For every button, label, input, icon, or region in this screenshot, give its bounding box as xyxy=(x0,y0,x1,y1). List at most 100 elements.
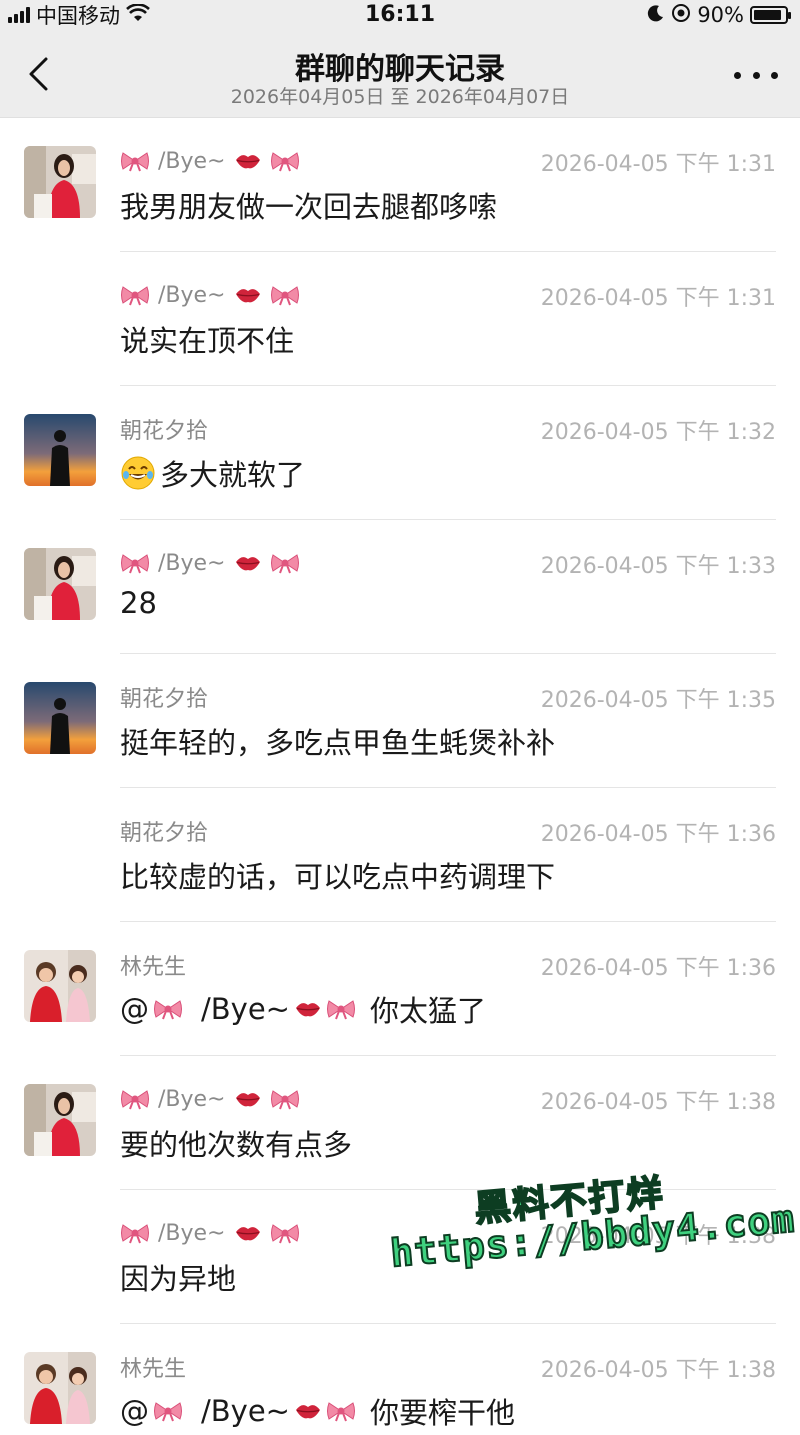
message-text: 因为异地 xyxy=(120,1256,776,1298)
message-text: 比较虚的话，可以吃点中药调理下 xyxy=(120,854,776,896)
message-time: 2026-04-05 下午 1:36 xyxy=(540,822,776,847)
navigation-bar: 群聊的聊天记录 2026年04月05日 至 2026年04月07日 xyxy=(0,30,800,118)
avatar[interactable] xyxy=(24,1084,96,1156)
sender-label: /Bye~ xyxy=(158,1220,226,1246)
message-time: 2026-04-05 下午 1:36 xyxy=(540,956,776,981)
wifi-icon xyxy=(126,3,150,27)
lips-icon xyxy=(234,151,262,171)
sender-name: 朝花夕拾 xyxy=(120,414,208,444)
bow-icon xyxy=(120,552,150,574)
message-time: 2026-04-05 下午 1:31 xyxy=(540,286,776,311)
bow-icon xyxy=(153,1400,183,1422)
bow-icon xyxy=(270,1088,300,1110)
message-item[interactable]: /Bye~ 2026-04-05 下午 1:31 我男朋友做一次回去腿都哆嗦 xyxy=(0,118,800,252)
moon-icon xyxy=(647,3,665,27)
avatar[interactable] xyxy=(24,548,96,620)
message-list: /Bye~ 2026-04-05 下午 1:31 我男朋友做一次回去腿都哆嗦/Bye… xyxy=(0,118,800,1435)
message-item[interactable]: /Bye~ 2026-04-05 下午 1:33 28 xyxy=(0,520,800,654)
avatar[interactable] xyxy=(24,1352,96,1424)
message-body: 28 xyxy=(120,586,157,620)
bow-icon xyxy=(270,1222,300,1244)
sender-name: 林先生 xyxy=(120,1352,186,1382)
bow-icon xyxy=(120,150,150,172)
sender-name: 林先生 xyxy=(120,950,186,980)
message-body: 你太猛了 xyxy=(369,994,486,1028)
bow-icon xyxy=(326,998,356,1020)
bow-icon xyxy=(270,150,300,172)
message-item[interactable]: /Bye~ 2026-04-05 下午 1:38 要的他次数有点多 xyxy=(0,1056,800,1190)
message-text: @ /Bye~ 你太猛了 xyxy=(120,988,776,1030)
bow-icon xyxy=(120,1222,150,1244)
lips-icon xyxy=(234,285,262,305)
bow-icon xyxy=(120,1088,150,1110)
message-text: 我男朋友做一次回去腿都哆嗦 xyxy=(120,184,776,226)
more-button[interactable] xyxy=(734,60,778,90)
bow-icon xyxy=(326,1400,356,1422)
battery-percent: 90% xyxy=(697,3,744,27)
mention-name: /Bye~ xyxy=(201,1394,290,1428)
avatar[interactable] xyxy=(24,682,96,754)
sender-label: 朝花夕拾 xyxy=(120,687,209,712)
message-item[interactable]: 朝花夕拾 2026-04-05 下午 1:36 比较虚的话，可以吃点中药调理下 xyxy=(0,788,800,922)
message-body: 因为异地 xyxy=(120,1262,237,1296)
message-time: 2026-04-05 下午 1:31 xyxy=(540,152,776,177)
message-time: 2026-04-05 下午 1:33 xyxy=(540,554,776,579)
sender-label: 林先生 xyxy=(120,1357,187,1382)
battery-icon xyxy=(750,6,791,24)
lips-icon xyxy=(234,1223,262,1243)
mention-name: /Bye~ xyxy=(201,992,290,1026)
sender-label: 朝花夕拾 xyxy=(120,419,209,444)
carrier-label: 中国移动 xyxy=(36,4,120,28)
lips-icon xyxy=(294,999,322,1019)
message-text: 要的他次数有点多 xyxy=(120,1122,776,1164)
message-text: 多大就软了 xyxy=(120,452,776,494)
sender-name: /Bye~ xyxy=(120,1218,300,1248)
message-time: 2026-04-05 下午 1:38 xyxy=(540,1090,776,1115)
sender-name: /Bye~ xyxy=(120,548,300,578)
avatar[interactable] xyxy=(24,950,96,1022)
message-text: @ /Bye~ 你要榨干他 xyxy=(120,1390,776,1432)
sender-name: 朝花夕拾 xyxy=(120,682,208,712)
date-range: 2026年04月05日 至 2026年04月07日 xyxy=(230,86,570,108)
sender-label: 林先生 xyxy=(120,955,187,980)
sender-name: 朝花夕拾 xyxy=(120,816,208,846)
message-time: 2026-04-05 下午 1:35 xyxy=(540,688,776,713)
location-lock-icon xyxy=(671,3,691,28)
message-text: 挺年轻的，多吃点甲鱼生蚝煲补补 xyxy=(120,720,776,762)
lips-icon xyxy=(234,1089,262,1109)
sender-label: /Bye~ xyxy=(158,1086,226,1112)
message-text: 说实在顶不住 xyxy=(120,318,776,360)
status-bar: 中国移动 16:11 90% xyxy=(0,0,800,30)
message-item[interactable]: 朝花夕拾 2026-04-05 下午 1:35 挺年轻的，多吃点甲鱼生蚝煲补补 xyxy=(0,654,800,788)
lips-icon xyxy=(234,553,262,573)
message-time: 2026-04-05 下午 1:32 xyxy=(540,420,776,445)
sender-label: 朝花夕拾 xyxy=(120,821,209,846)
message-item[interactable]: 朝花夕拾 2026-04-05 下午 1:32 多大就软了 xyxy=(0,386,800,520)
message-body: 要的他次数有点多 xyxy=(120,1128,353,1162)
more-dots-icon xyxy=(734,71,741,79)
message-item[interactable]: /Bye~ 2026-04-05 下午 1:31 说实在顶不住 xyxy=(0,252,800,386)
message-item[interactable]: 林先生 2026-04-05 下午 1:36 @ /Bye~ 你太猛了 xyxy=(0,922,800,1056)
laugh-tears-icon xyxy=(120,455,156,491)
message-body: 挺年轻的，多吃点甲鱼生蚝煲补补 xyxy=(120,726,556,760)
message-text: 28 xyxy=(120,586,776,620)
mention-at: @ xyxy=(120,992,149,1026)
avatar[interactable] xyxy=(24,414,96,486)
sender-label: /Bye~ xyxy=(158,148,226,174)
message-body: 你要榨干他 xyxy=(369,1396,515,1430)
sender-label: /Bye~ xyxy=(158,550,226,576)
message-body: 多大就软了 xyxy=(160,458,306,492)
message-item[interactable]: /Bye~ 2026-04-05 下午 1:38 因为异地 xyxy=(0,1190,800,1324)
sender-name: /Bye~ xyxy=(120,280,300,310)
avatar[interactable] xyxy=(24,146,96,218)
sender-name: /Bye~ xyxy=(120,146,300,176)
bow-icon xyxy=(120,284,150,306)
bow-icon xyxy=(270,284,300,306)
sender-label: /Bye~ xyxy=(158,282,226,308)
message-body: 说实在顶不住 xyxy=(120,324,295,358)
signal-icon xyxy=(8,7,30,23)
bow-icon xyxy=(153,998,183,1020)
message-time: 2026-04-05 下午 1:38 xyxy=(540,1358,776,1383)
message-body: 我男朋友做一次回去腿都哆嗦 xyxy=(120,190,498,224)
message-item[interactable]: 林先生 2026-04-05 下午 1:38 @ /Bye~ 你要榨干他 xyxy=(0,1324,800,1435)
